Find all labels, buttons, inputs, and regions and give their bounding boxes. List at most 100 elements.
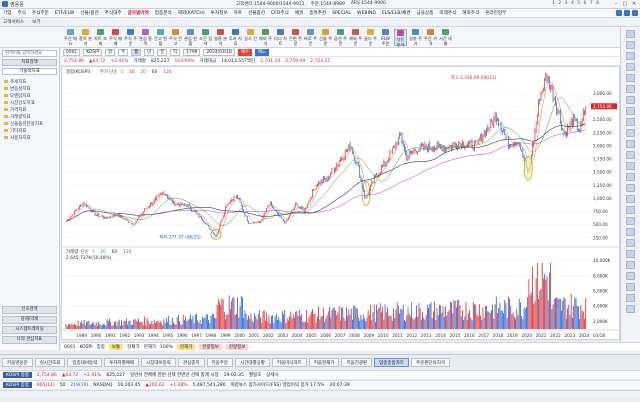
order-price-type-2[interactable]: 현재가 <box>144 344 156 350</box>
indicator-group[interactable]: 사용자지표 <box>4 134 58 141</box>
menu-item[interactable]: ELS/ELB/채권 <box>382 10 411 16</box>
date-input[interactable]: 2024/03/18 <box>203 48 235 56</box>
chart-tool-icon[interactable] <box>626 118 635 126</box>
period-day[interactable]: 일 <box>105 48 116 56</box>
menu-item[interactable]: 주식주문 <box>32 10 49 16</box>
indicator-group[interactable]: 거래량지표 <box>4 113 58 120</box>
menu-item[interactable]: ETF/ELW <box>55 11 74 16</box>
quick-icon[interactable] <box>616 10 622 16</box>
chart-area[interactable]: 3,000.002,750.002,500.002,250.002,000.00… <box>61 66 621 341</box>
toolbar-button[interactable]: 잔고 현황 <box>154 29 167 46</box>
chart-tool-icon[interactable] <box>626 41 635 49</box>
toolbar-button[interactable]: 조건 검색 <box>199 29 212 46</box>
index-name[interactable]: KOSPI <box>83 48 103 56</box>
taskbar-window[interactable]: 실시간조회 <box>34 358 66 367</box>
index-code-input[interactable]: 0001 <box>63 48 81 56</box>
chart-tool-icon[interactable] <box>626 195 635 203</box>
chart-tool-icon[interactable] <box>626 107 635 115</box>
toolbar-button[interactable]: 차트 분석 <box>394 29 407 47</box>
minimize-icon[interactable]: – <box>612 1 620 7</box>
toolbar-button[interactable]: 선물 주문 <box>319 29 332 46</box>
toolbar-button[interactable]: 옵션 주문 <box>334 29 347 46</box>
menu-item[interactable]: 채권 <box>295 10 303 16</box>
indicator-group[interactable]: 선물옵션전용지표 <box>4 120 58 127</box>
chart-tool-icon[interactable] <box>626 261 635 269</box>
menu-item[interactable]: 선물/옵션 <box>80 10 98 16</box>
toolbar-button[interactable]: 주식 잔고 <box>169 29 182 46</box>
buy-button[interactable]: 매수 <box>237 48 252 56</box>
chart-tool-icon[interactable] <box>626 85 635 93</box>
menu-item[interactable]: 글로벌마켓 <box>128 10 149 16</box>
chart-tool-icon[interactable] <box>626 30 635 38</box>
period-tick[interactable]: 틱 <box>170 48 181 56</box>
count-input[interactable]: 1799 <box>183 48 201 56</box>
toolbar-button[interactable]: 영웅 분석 <box>214 29 227 46</box>
tab-indicator-search[interactable]: 지표검색 <box>2 59 57 66</box>
toolbar-button[interactable]: 해외 주식 <box>259 29 272 46</box>
taskbar-window[interactable]: 투자자별매매 <box>104 358 140 367</box>
toolbar-button[interactable]: 실시 간 <box>244 29 257 46</box>
chart-tool-icon[interactable] <box>626 228 635 236</box>
maximize-icon[interactable]: □ <box>621 1 629 7</box>
chart-tool-icon[interactable] <box>626 52 635 60</box>
period-month[interactable]: 월 <box>131 48 142 56</box>
chart-tool-icon[interactable] <box>626 63 635 71</box>
period-year[interactable]: 년 <box>144 48 155 56</box>
menu-item[interactable]: 주식대주 <box>105 10 122 16</box>
chart-tool-icon[interactable] <box>626 74 635 82</box>
chart-tool-icon[interactable] <box>626 173 635 181</box>
menu-item[interactable]: 종목추천 <box>309 10 326 16</box>
toolbar-button[interactable]: 주간 메뉴 <box>64 29 77 46</box>
chart-tool-icon[interactable] <box>626 129 635 137</box>
chart-tool-icon[interactable] <box>626 140 635 148</box>
menu-item[interactable]: 업종분석 <box>155 10 172 16</box>
chart-tool-icon[interactable] <box>626 96 635 104</box>
chart-tool-icon[interactable] <box>626 239 635 247</box>
toolbar-button[interactable]: 투자 자료 <box>229 29 242 46</box>
system-trading-button[interactable]: 시스템트레이딩 <box>2 326 57 334</box>
taskbar-window[interactable]: 키움전광판 <box>341 358 373 367</box>
order-code[interactable]: 0001 <box>64 345 75 350</box>
menu-item[interactable]: 해외(KATCH) <box>178 10 205 16</box>
menu-item[interactable]: 온라인업무 <box>485 10 506 16</box>
toolbar-button[interactable]: 차트 조회 <box>94 29 107 46</box>
taskbar-window[interactable]: 업종대비등락 <box>67 358 103 367</box>
taskbar-window[interactable]: 키움현재가 <box>308 358 340 367</box>
toolbar-button[interactable]: 관심 현황 <box>184 29 197 46</box>
menu-item[interactable]: 미래주식 <box>439 10 456 16</box>
menu-item[interactable]: 금융상품 <box>416 10 433 16</box>
close-icon[interactable]: ✕ <box>630 1 638 7</box>
toolbar-button[interactable]: 일봉 주가 <box>409 29 422 46</box>
period-week[interactable]: 주 <box>118 48 129 56</box>
period-minute[interactable]: 분 <box>157 48 168 56</box>
order-ratio[interactable]: 100% <box>160 345 173 350</box>
chart-tool-icon[interactable] <box>626 162 635 170</box>
indicator-group[interactable]: 모멘텀지표 <box>4 92 58 99</box>
toolbar-button[interactable]: 주간 가격 <box>424 29 437 46</box>
strength-button[interactable]: 강세/약세 <box>2 316 57 324</box>
menu-item[interactable]: CFD주식 <box>271 10 289 16</box>
taskbar-window[interactable]: 시장대비등락 <box>141 358 176 367</box>
toolbar-button[interactable]: 간편 주문 <box>289 29 302 46</box>
indicator-group[interactable]: 추세지표 <box>4 78 58 85</box>
sell-button[interactable]: 매도 <box>254 48 269 56</box>
toolbar-button[interactable]: 주식 주문 <box>124 29 137 46</box>
toolbar-button[interactable]: 해외 주문 <box>349 29 362 46</box>
menu-item[interactable]: 선물옵션 <box>248 10 265 16</box>
chart-tool-icon[interactable] <box>626 206 635 214</box>
chart-tool-icon[interactable] <box>626 283 635 291</box>
signal-search-button[interactable]: 신호검색 <box>2 306 57 314</box>
chart-tool-icon[interactable] <box>626 250 635 258</box>
taskbar-window[interactable]: 키움영웅문 <box>2 358 33 367</box>
taskbar-window[interactable]: 주문판단의지석 <box>411 358 450 367</box>
chart-tool-icon[interactable] <box>626 184 635 192</box>
chart-tool-icon[interactable] <box>626 217 635 225</box>
quick-icon[interactable] <box>632 10 638 16</box>
quick-icon[interactable] <box>624 10 630 16</box>
chart-tool-icon[interactable] <box>626 305 635 313</box>
window-numbers[interactable]: 1 2 3 4 5 6 7 8 <box>552 1 600 6</box>
toolbar-button[interactable]: 종목 분석 <box>79 29 92 46</box>
taskbar-window[interactable]: 키움주문 <box>206 358 234 367</box>
chart-tool-icon[interactable] <box>626 294 635 302</box>
price-chart[interactable]: 3,000.002,750.002,500.002,250.002,000.00… <box>62 67 621 341</box>
